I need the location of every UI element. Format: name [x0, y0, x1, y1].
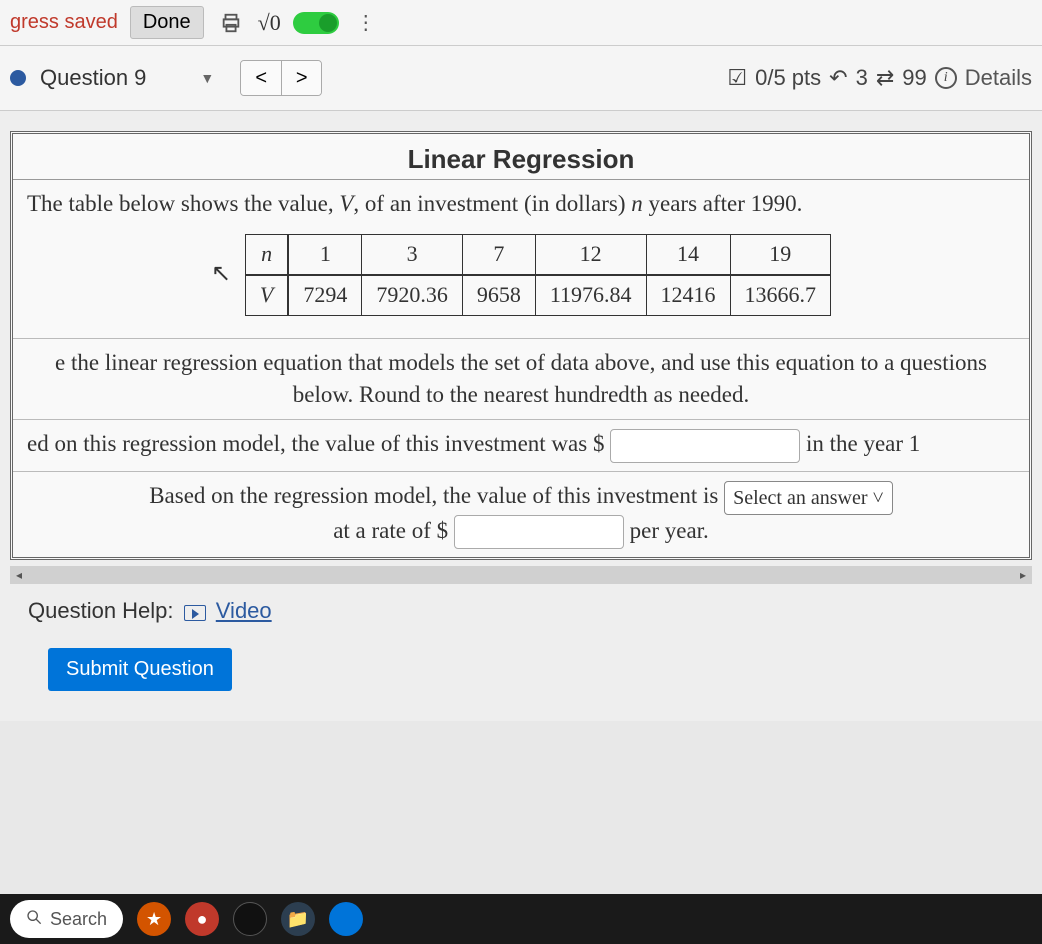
details-link[interactable]: Details	[965, 65, 1032, 91]
done-button[interactable]: Done	[130, 6, 204, 39]
content-area: Linear Regression The table below shows …	[0, 111, 1042, 721]
attempts-label: 99	[902, 65, 926, 91]
points-label: 0/5 pts	[755, 65, 821, 91]
table-header-v: V	[245, 275, 288, 315]
question-meta: ☑ 0/5 pts ↶ 3 ⇄ 99 i Details	[727, 65, 1032, 91]
search-label: Search	[50, 909, 107, 930]
math-toggle[interactable]	[293, 12, 339, 34]
top-toolbar: gress saved Done √0 ⋮	[0, 0, 1042, 46]
retries-label: 3	[856, 65, 868, 91]
taskbar-app-icon-5[interactable]	[329, 902, 363, 936]
scroll-left-icon[interactable]: ◂	[10, 566, 28, 584]
chevron-down-icon: ˅	[873, 487, 884, 509]
question-part2: Based on the regression model, the value…	[13, 472, 1029, 557]
prev-question-button[interactable]: <	[241, 61, 281, 95]
taskbar-app-icon-3[interactable]	[233, 902, 267, 936]
answer-input-rate[interactable]	[454, 515, 624, 549]
video-icon	[184, 605, 206, 621]
info-icon[interactable]: i	[935, 67, 957, 89]
progress-saved-label: gress saved	[10, 11, 118, 34]
more-icon[interactable]: ⋮	[351, 8, 381, 38]
question-nav: < >	[240, 60, 322, 96]
question-box: Linear Regression The table below shows …	[10, 131, 1032, 560]
taskbar-app-icon-2[interactable]: ●	[185, 902, 219, 936]
taskbar-app-icon-4[interactable]: 📁	[281, 902, 315, 936]
scroll-right-icon[interactable]: ▸	[1014, 566, 1032, 584]
attempts-icon: ⇄	[876, 65, 894, 91]
print-icon[interactable]	[216, 8, 246, 38]
help-label: Question Help:	[28, 598, 174, 623]
math-toggle-label: √0	[258, 10, 281, 36]
question-header: Question 9 ▼ < > ☑ 0/5 pts ↶ 3 ⇄ 99 i De…	[0, 46, 1042, 111]
question-instructions: e the linear regression equation that mo…	[13, 339, 1029, 420]
search-icon	[26, 909, 42, 930]
taskbar-app-icon-1[interactable]: ★	[137, 902, 171, 936]
question-help: Question Help: Video	[10, 584, 1032, 638]
question-title[interactable]: Question 9	[40, 65, 146, 91]
answer-input-value[interactable]	[610, 429, 800, 463]
video-link[interactable]: Video	[216, 598, 272, 623]
check-icon: ☑	[727, 65, 747, 91]
next-question-button[interactable]: >	[281, 61, 321, 95]
table-header-n: n	[245, 235, 288, 275]
question-bullet-icon	[10, 70, 26, 86]
cursor-icon: ↖	[211, 258, 231, 292]
submit-question-button[interactable]: Submit Question	[48, 648, 232, 691]
data-table: n 1 3 7 12 14 19 V 7294 7920.36 9658 119…	[245, 234, 831, 316]
table-row-v: V 7294 7920.36 9658 11976.84 12416 13666…	[245, 275, 830, 315]
question-dropdown-icon[interactable]: ▼	[200, 70, 214, 86]
taskbar-search[interactable]: Search	[10, 900, 123, 938]
retry-icon: ↶	[829, 65, 847, 91]
taskbar: Search ★ ● 📁	[0, 894, 1042, 944]
table-row-n: n 1 3 7 12 14 19	[245, 235, 830, 275]
question-intro: The table below shows the value, V, of a…	[13, 180, 1029, 339]
answer-select-trend[interactable]: Select an answer ˅	[724, 481, 893, 515]
horizontal-scrollbar[interactable]: ◂ ▸	[10, 566, 1032, 584]
question-section-title: Linear Regression	[13, 134, 1029, 180]
question-part1: ed on this regression model, the value o…	[13, 420, 1029, 472]
